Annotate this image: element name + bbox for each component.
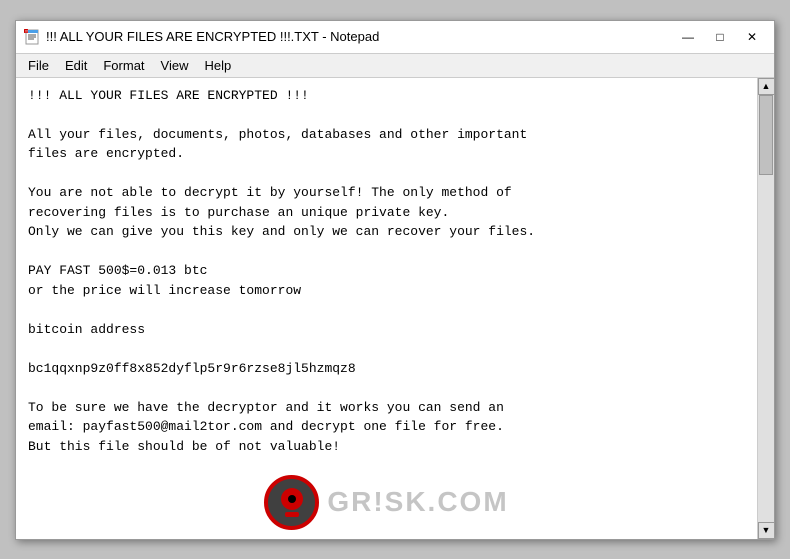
window-title: !!! ALL YOUR FILES ARE ENCRYPTED !!!.TXT… <box>46 29 674 44</box>
vertical-scrollbar[interactable]: ▲ ▼ <box>757 78 774 539</box>
note-text[interactable]: !!! ALL YOUR FILES ARE ENCRYPTED !!! All… <box>16 78 757 539</box>
minimize-button[interactable]: — <box>674 27 702 47</box>
scroll-up-button[interactable]: ▲ <box>758 78 775 95</box>
menu-format[interactable]: Format <box>95 56 152 75</box>
scroll-down-button[interactable]: ▼ <box>758 522 775 539</box>
close-button[interactable]: ✕ <box>738 27 766 47</box>
svg-text:!!!: !!! <box>25 29 28 33</box>
title-bar: !!! !!! ALL YOUR FILES ARE ENCRYPTED !!!… <box>16 21 774 54</box>
notepad-icon: !!! <box>24 29 40 45</box>
menu-view[interactable]: View <box>153 56 197 75</box>
scrollbar-thumb[interactable] <box>759 95 773 175</box>
menu-help[interactable]: Help <box>196 56 239 75</box>
menu-edit[interactable]: Edit <box>57 56 95 75</box>
menu-bar: File Edit Format View Help <box>16 54 774 78</box>
menu-file[interactable]: File <box>20 56 57 75</box>
maximize-button[interactable]: □ <box>706 27 734 47</box>
window-controls: — □ ✕ <box>674 27 766 47</box>
notepad-window: !!! !!! ALL YOUR FILES ARE ENCRYPTED !!!… <box>15 20 775 540</box>
content-area: !!! ALL YOUR FILES ARE ENCRYPTED !!! All… <box>16 78 774 539</box>
scrollbar-track[interactable] <box>758 95 774 522</box>
